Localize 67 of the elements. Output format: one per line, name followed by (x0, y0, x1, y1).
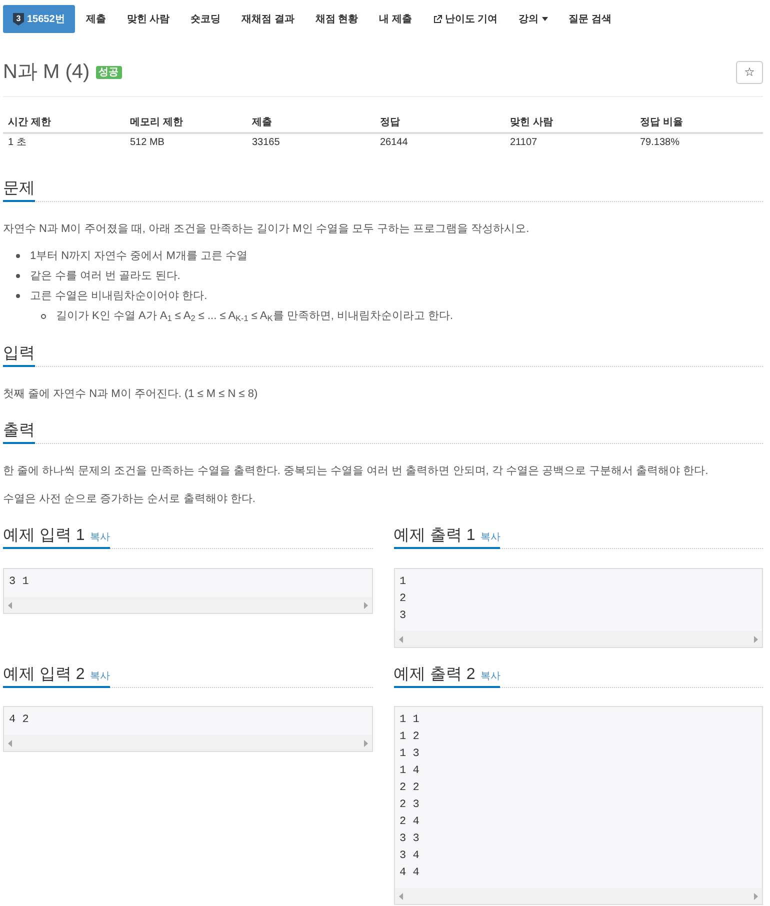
nav-tab[interactable]: 채점 현황 (305, 5, 368, 33)
hollow-bullet-icon (41, 314, 46, 318)
sample-code: 1 2 3 (398, 575, 408, 624)
table-cell: 33165 (247, 133, 375, 151)
table-cell: 21107 (505, 133, 635, 151)
section-heading: 출력 (3, 421, 35, 441)
bullet-icon (16, 254, 20, 258)
nav-tab[interactable]: 3 15652번 (3, 5, 75, 33)
section-heading: 예제 출력 1 (394, 526, 476, 546)
right-arrow-icon (364, 602, 368, 608)
problem-title: N과 M (4) (3, 60, 90, 84)
copy-link[interactable]: 복사 (90, 669, 110, 684)
sample-code: 3 1 (8, 575, 30, 590)
external-link-icon (432, 14, 442, 24)
list-item: 1부터 N까지 자연수 중에서 M개를 고른 수열 (30, 248, 248, 264)
nav-tab[interactable]: 재채점 결과 (232, 5, 304, 33)
column-header: 정답 (375, 112, 505, 133)
tier-badge: 3 (13, 12, 24, 26)
section-heading: 문제 (3, 179, 35, 199)
list-item: 같은 수를 여러 번 골라도 된다. (30, 268, 180, 284)
column-header: 메모리 제한 (125, 112, 247, 133)
table-cell: 512 MB (125, 133, 247, 151)
paragraph: 한 줄에 하나씩 문제의 조건을 만족하는 수열을 출력한다. 중복되는 수열을 여러 번 출력하면 안되며, 각 수열은 공백으로 구분해서 출력해야 한다. (3, 464, 710, 479)
column-header: 맞힌 사람 (505, 112, 635, 133)
nav-tab[interactable]: 질문 검색 (558, 5, 622, 33)
left-arrow-icon (398, 892, 402, 900)
nav-tab[interactable]: 난이도 기여 (422, 5, 508, 33)
sample-code: 4 2 (8, 713, 30, 728)
horizontal-scrollbar[interactable] (394, 631, 762, 647)
nav-tab[interactable]: 숏코딩 (180, 5, 231, 33)
right-arrow-icon (364, 740, 368, 746)
nav-tab[interactable]: 내 제출 (369, 5, 422, 33)
section-heading: 입력 (3, 344, 35, 364)
caret-icon (542, 17, 548, 21)
column-header: 제출 (247, 112, 375, 133)
bullet-icon (16, 294, 20, 298)
left-arrow-icon (8, 602, 12, 608)
copy-link[interactable]: 복사 (480, 530, 500, 545)
left-arrow-icon (8, 740, 12, 746)
nav-tab[interactable]: 맞힌 사람 (116, 5, 180, 33)
nav-tab[interactable]: 강의 (508, 5, 558, 33)
right-arrow-icon (754, 636, 758, 642)
sample-code: 1 1 1 2 1 3 1 4 2 2 2 3 2 4 3 3 3 4 4 4 (398, 713, 420, 881)
bullet-icon (16, 274, 20, 278)
copy-link[interactable]: 복사 (90, 530, 110, 545)
column-header: 시간 제한 (3, 112, 125, 133)
list-item: 고른 수열은 비내림차순이어야 한다. (30, 288, 208, 304)
left-arrow-icon (398, 636, 402, 642)
paragraph: 첫째 줄에 자연수 N과 M이 주어진다. (1 ≤ M ≤ N ≤ 8) (3, 387, 259, 402)
horizontal-scrollbar[interactable] (4, 597, 372, 613)
paragraph: 수열은 사전 순으로 증가하는 순서로 출력해야 한다. (3, 492, 256, 507)
section-heading: 예제 출력 2 (394, 665, 476, 685)
column-header: 정답 비율 (635, 112, 763, 133)
section-heading: 예제 입력 1 (3, 526, 85, 546)
list-item: 길이가 K인 수열 A가 A$_{1}$ ≤ A$_{2}$ ≤ ... ≤ A$_{K-1}$ ≤ A$_{K}$를 만족하면, 비내림차순이라고 한다. (56, 308, 454, 324)
result-badge: 성공 (96, 66, 122, 78)
table-cell: 26144 (375, 133, 505, 151)
horizontal-scrollbar[interactable] (394, 888, 762, 904)
section-heading: 예제 입력 2 (3, 665, 85, 685)
star-button[interactable]: ☆ (736, 60, 763, 84)
horizontal-scrollbar[interactable] (4, 735, 372, 751)
nav-tab[interactable]: 제출 (76, 5, 116, 33)
table-cell: 1 초 (3, 133, 125, 151)
right-arrow-icon (754, 892, 758, 900)
paragraph: 자연수 N과 M이 주어졌을 때, 아래 조건을 만족하는 길이가 M인 수열을 모두 구하는 프로그램을 작성하시오. (3, 222, 530, 237)
table-cell: 79.138% (635, 133, 763, 151)
copy-link[interactable]: 복사 (480, 669, 500, 684)
